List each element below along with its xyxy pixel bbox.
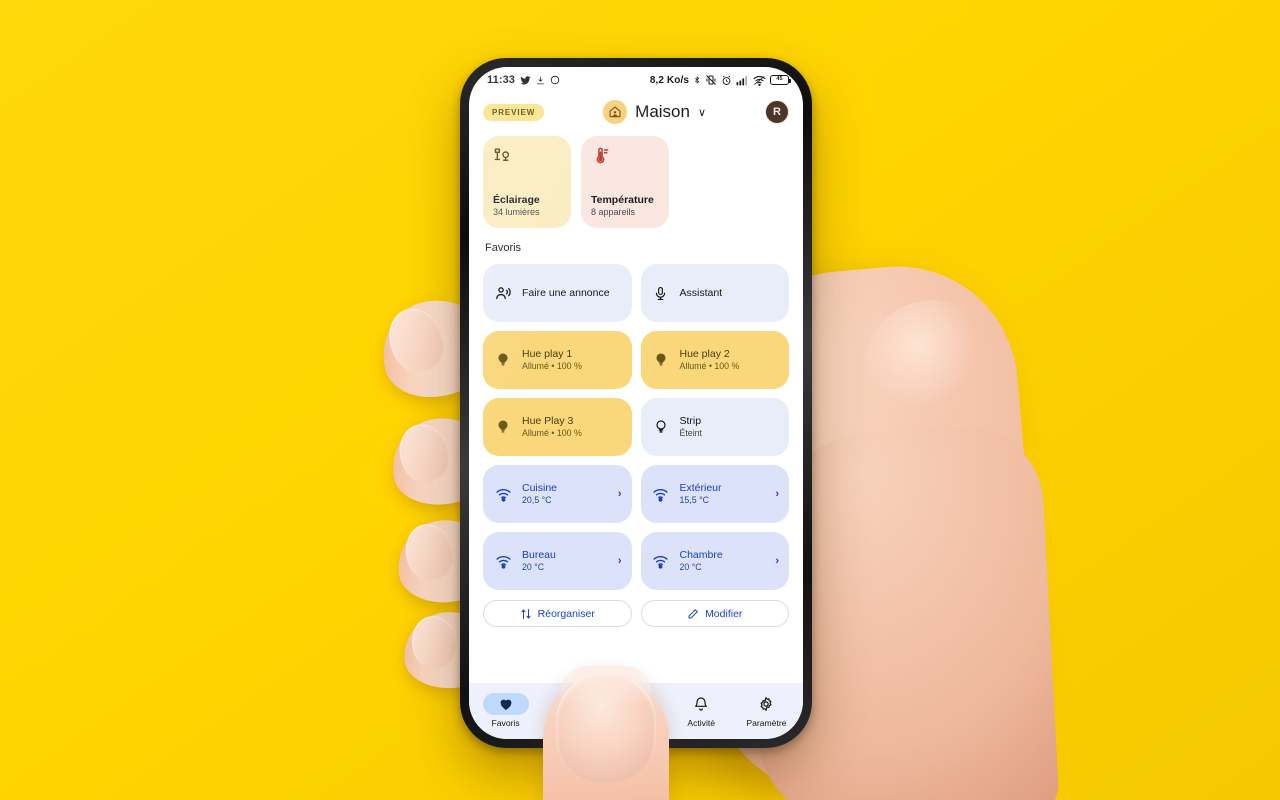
thumb-highlight (560, 666, 652, 706)
tile-sensor-bureau[interactable]: Bureau 20 °C › (483, 532, 632, 590)
vibrate-off-icon (705, 74, 717, 86)
chevron-right-icon: › (775, 488, 779, 500)
app-header: PREVIEW Maison ∨ R (469, 91, 803, 132)
signal-icon (736, 75, 749, 86)
tile-label: Hue play 2 (679, 347, 730, 360)
download-icon (536, 75, 545, 86)
edit-label: Modifier (705, 607, 743, 620)
tile-state: 20 °C (679, 562, 702, 573)
microphone-icon (651, 285, 671, 302)
edit-button[interactable]: Modifier (640, 600, 789, 627)
tile-sensor-chambre[interactable]: Chambre 20 °C › (640, 532, 789, 590)
tile-label: Hue play 1 (522, 347, 573, 360)
tile-label: Hue Play 3 (522, 414, 574, 427)
bell-icon (678, 693, 724, 715)
tile-state: Allumé • 100 % (522, 361, 582, 372)
battery-level-label: 45 (776, 76, 783, 83)
tile-hue-play-1[interactable]: Hue play 1 Allumé • 100 % (483, 331, 632, 389)
tile-state: Allumé • 100 % (522, 428, 582, 439)
tile-state: 20 °C (522, 562, 545, 573)
data-rate-label: 8,2 Ko/s (649, 74, 689, 86)
knuckle-highlight (862, 300, 1002, 450)
phone-screen: 11:33 8,2 Ko/s 45 PREVIEW Maison ∨ R Écl… (469, 67, 803, 739)
app-content: Éclairage 34 lumières Température 8 appa… (469, 132, 803, 683)
tile-label: Cuisine (522, 481, 558, 494)
tile-sensor-exterieur[interactable]: Extérieur 15,5 °C › (640, 465, 789, 523)
reorder-icon (520, 608, 532, 620)
bulb-icon (493, 351, 513, 369)
category-subtitle: 8 appareils (591, 207, 636, 218)
battery-icon: 45 (770, 75, 792, 85)
nav-item-parametres[interactable]: Paramètre (734, 693, 799, 728)
category-cards: Éclairage 34 lumières Température 8 appa… (483, 136, 789, 228)
status-bar: 11:33 8,2 Ko/s 45 (469, 67, 803, 91)
tile-assistant[interactable]: Assistant (640, 264, 789, 322)
tile-sensor-cuisine[interactable]: Cuisine 20,5 °C › (483, 465, 632, 523)
chevron-down-icon: ∨ (697, 106, 707, 119)
tile-label: Faire une annonce (522, 286, 610, 299)
status-time: 11:33 (487, 74, 516, 86)
favorites-grid: Faire une annonce Assistant Hue play 1 A… (483, 264, 789, 590)
lamp-icon (493, 146, 561, 172)
reorder-label: Réorganiser (537, 607, 595, 620)
tile-label: Extérieur (679, 481, 722, 494)
chevron-right-icon: › (617, 555, 622, 567)
tile-strip[interactable]: Strip Éteint (640, 398, 789, 456)
tile-label: Assistant (679, 286, 723, 299)
category-subtitle: 34 lumières (493, 207, 540, 218)
sensor-icon (493, 554, 513, 569)
home-icon (603, 100, 628, 124)
sensor-icon (493, 487, 513, 502)
home-selector[interactable]: Maison ∨ (603, 100, 706, 124)
tile-hue-play-3[interactable]: Hue Play 3 Allumé • 100 % (483, 398, 632, 456)
category-title: Éclairage (493, 194, 540, 207)
bulb-icon (493, 418, 513, 436)
alarm-icon (721, 75, 732, 86)
bottom-actions: Réorganiser Modifier (483, 600, 789, 627)
home-name: Maison (635, 102, 690, 121)
nav-item-favoris[interactable]: Favoris (473, 692, 538, 728)
circle-icon (550, 75, 560, 85)
bulb-icon (651, 351, 671, 369)
heart-icon (482, 692, 529, 715)
chevron-right-icon: › (617, 488, 622, 500)
bulb-outline-icon (651, 418, 671, 436)
nav-item-activite[interactable]: Activité (669, 693, 734, 728)
broadcast-icon (493, 285, 513, 302)
sensor-icon (651, 487, 671, 502)
tile-label: Bureau (522, 548, 556, 561)
fingernail-index (380, 301, 452, 379)
tile-state: Allumé • 100 % (679, 361, 740, 372)
bluetooth-icon (693, 74, 701, 86)
fingernail-little (409, 613, 459, 671)
category-card-lighting[interactable]: Éclairage 34 lumières (483, 136, 571, 228)
smartphone-device: 11:33 8,2 Ko/s 45 PREVIEW Maison ∨ R Écl… (460, 58, 812, 748)
thermometer-icon (591, 146, 659, 172)
nav-label: Paramètre (746, 717, 787, 728)
section-title-favorites: Favoris (485, 242, 522, 254)
reorder-button[interactable]: Réorganiser (483, 600, 632, 627)
fingernail-middle (393, 419, 455, 487)
tile-label: Chambre (679, 548, 723, 561)
category-title: Température (591, 194, 654, 207)
tile-label: Strip (679, 414, 702, 427)
tile-state: Éteint (679, 428, 703, 439)
gear-icon (743, 693, 789, 715)
tile-state: 20,5 °C (522, 495, 552, 506)
category-card-temperature[interactable]: Température 8 appareils (581, 136, 669, 228)
tile-broadcast[interactable]: Faire une annonce (483, 264, 632, 322)
avatar[interactable]: R (764, 100, 789, 124)
wifi-icon (753, 75, 766, 86)
tile-state: 15,5 °C (679, 495, 709, 506)
preview-badge: PREVIEW (483, 103, 545, 121)
tile-hue-play-2[interactable]: Hue play 2 Allumé • 100 % (640, 331, 789, 389)
twitter-icon (520, 75, 531, 86)
nav-label: Activité (687, 717, 716, 728)
pencil-icon (687, 608, 699, 620)
nav-label: Favoris (491, 717, 520, 728)
fingernail-ring (401, 520, 457, 584)
sensor-icon (651, 554, 671, 569)
chevron-right-icon: › (775, 555, 779, 567)
screenshot-stage: 11:33 8,2 Ko/s 45 PREVIEW Maison ∨ R Écl… (0, 0, 1280, 800)
